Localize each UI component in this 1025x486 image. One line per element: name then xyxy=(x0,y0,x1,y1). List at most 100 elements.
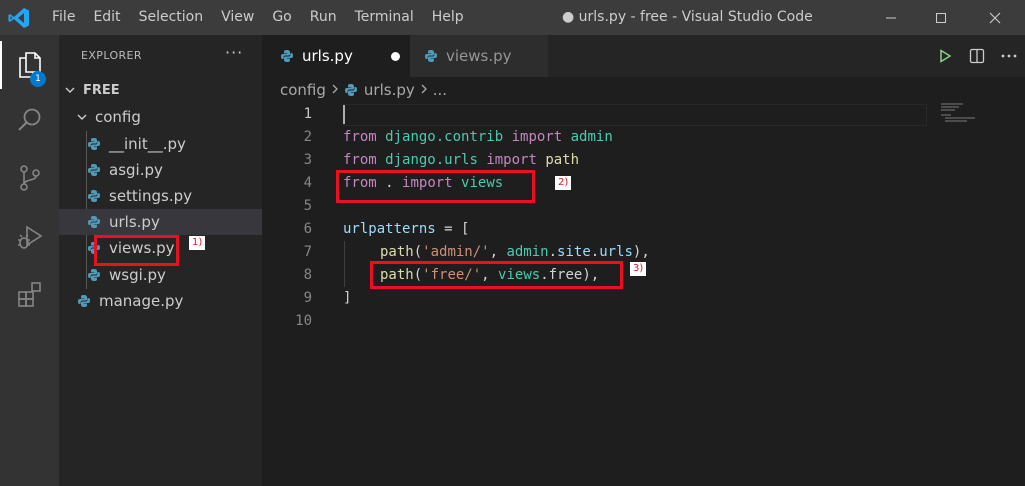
code-line-3: from django.urls import path xyxy=(343,152,580,168)
text-cursor xyxy=(343,105,345,124)
extensions-button[interactable] xyxy=(0,270,59,318)
breadcrumb-symbols[interactable]: ... xyxy=(433,81,447,99)
menu-view[interactable]: View xyxy=(221,0,254,35)
explorer-more-actions[interactable]: ··· xyxy=(225,43,243,62)
line-number: 10 xyxy=(295,313,312,329)
minimap-line xyxy=(945,117,975,119)
minimap-line xyxy=(941,103,963,105)
active-indicator xyxy=(0,41,2,89)
minimap-line xyxy=(941,106,959,108)
tab-urls-py[interactable]: urls.py xyxy=(262,35,410,77)
vscode-logo-icon xyxy=(8,7,30,29)
source-control-icon xyxy=(19,165,40,191)
tree-root-free[interactable]: FREE xyxy=(59,77,262,103)
explorer-title: EXPLORER xyxy=(81,49,142,62)
split-editor-icon xyxy=(969,48,985,64)
tree-file-init[interactable]: __init__.py xyxy=(59,131,262,157)
line-number: 9 xyxy=(303,290,312,306)
unsaved-dot-icon[interactable] xyxy=(390,51,400,61)
breadcrumb-file[interactable]: urls.py xyxy=(364,81,415,99)
python-file-icon xyxy=(344,83,358,97)
search-icon xyxy=(17,108,40,131)
line-number: 5 xyxy=(303,198,312,214)
line-number: 3 xyxy=(303,152,312,168)
menu-selection[interactable]: Selection xyxy=(139,0,204,35)
line-number: 7 xyxy=(303,244,312,260)
play-icon xyxy=(940,49,952,63)
line-number: 2 xyxy=(303,129,312,145)
menu-help[interactable]: Help xyxy=(432,0,464,35)
explorer-view-button[interactable]: 1 xyxy=(0,41,59,89)
python-file-icon xyxy=(87,268,101,282)
more-actions-button[interactable] xyxy=(993,35,1025,77)
chevron-down-icon xyxy=(63,83,77,97)
line-number: 6 xyxy=(303,221,312,237)
tree-file-settings[interactable]: settings.py xyxy=(59,183,262,209)
run-debug-button[interactable] xyxy=(0,213,59,261)
python-file-icon xyxy=(87,215,101,229)
line-number: 8 xyxy=(303,267,312,283)
annotation-label-2: 2) xyxy=(555,176,572,190)
code-line-9: ] xyxy=(343,290,352,306)
tree-file-asgi[interactable]: asgi.py xyxy=(59,157,262,183)
annotation-box-free-path xyxy=(370,261,623,289)
tree-file-label: wsgi.py xyxy=(109,266,166,284)
tree-file-label: manage.py xyxy=(99,292,184,310)
run-file-button[interactable] xyxy=(929,35,961,77)
search-view-button[interactable] xyxy=(0,96,59,144)
minimap[interactable] xyxy=(939,101,1019,131)
current-line-highlight xyxy=(343,104,927,126)
split-editor-button[interactable] xyxy=(961,35,993,77)
code-line-6: urlpatterns = [ xyxy=(343,221,470,237)
tree-file-label: __init__.py xyxy=(109,135,186,153)
python-file-icon xyxy=(77,294,91,308)
tab-label: urls.py xyxy=(302,47,353,65)
ellipsis-icon xyxy=(1001,54,1017,58)
line-number: 1 xyxy=(303,106,312,122)
activity-bar: 1 xyxy=(0,35,59,486)
editor-tabs: urls.py views.py xyxy=(262,35,1025,77)
title-bar: File Edit Selection View Go Run Terminal… xyxy=(0,0,1025,35)
menu-edit[interactable]: Edit xyxy=(93,0,120,35)
editor-actions xyxy=(929,35,1025,77)
tree-file-urls[interactable]: urls.py xyxy=(59,209,262,235)
menu-go[interactable]: Go xyxy=(272,0,291,35)
source-control-button[interactable] xyxy=(0,154,59,202)
python-file-icon xyxy=(87,163,101,177)
minimize-icon xyxy=(886,17,896,18)
menu-file[interactable]: File xyxy=(52,0,75,35)
minimap-line xyxy=(941,109,955,111)
tab-views-py[interactable]: views.py xyxy=(410,35,548,77)
tab-label: views.py xyxy=(446,47,512,65)
run-debug-icon xyxy=(17,225,42,249)
minimap-line xyxy=(941,114,951,116)
tree-file-label: settings.py xyxy=(109,187,192,205)
tree-file-label: asgi.py xyxy=(109,161,163,179)
line-number: 4 xyxy=(303,175,312,191)
chevron-right-icon xyxy=(331,83,339,98)
maximize-button[interactable] xyxy=(918,0,964,35)
python-file-icon xyxy=(280,49,294,63)
maximize-icon xyxy=(936,12,946,23)
close-window-button[interactable] xyxy=(972,0,1018,35)
close-icon xyxy=(989,12,1001,23)
breadcrumb: config urls.py ... xyxy=(280,79,447,101)
tree-root-label: FREE xyxy=(83,82,120,98)
explorer-badge: 1 xyxy=(30,71,46,87)
annotation-label-3: 3) xyxy=(630,262,647,276)
minimap-line xyxy=(945,120,967,122)
indent-guide xyxy=(344,241,345,287)
tree-file-manage[interactable]: manage.py xyxy=(59,288,262,314)
menu-terminal[interactable]: Terminal xyxy=(355,0,414,35)
window-title: ● urls.py - free - Visual Studio Code xyxy=(562,9,813,25)
annotation-box-import-views xyxy=(336,170,535,203)
menu-run[interactable]: Run xyxy=(310,0,337,35)
chevron-right-icon xyxy=(420,83,428,98)
python-file-icon xyxy=(87,189,101,203)
extensions-icon xyxy=(17,282,41,307)
breadcrumb-folder[interactable]: config xyxy=(280,81,326,99)
annotation-label-1: 1) xyxy=(189,236,206,250)
tree-folder-config[interactable]: config xyxy=(59,104,262,130)
minimize-button[interactable] xyxy=(868,0,914,35)
annotation-box-views-file xyxy=(94,235,179,266)
